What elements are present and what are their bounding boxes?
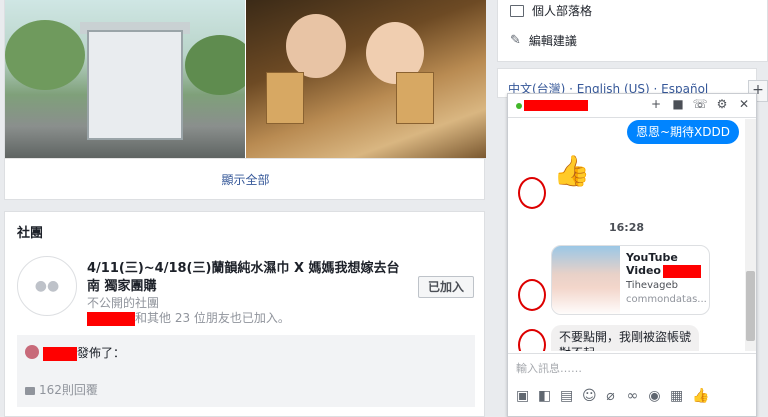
message-timestamp: 16:28: [608, 221, 644, 234]
show-all-link[interactable]: 顯示全部: [5, 158, 486, 200]
gear-icon[interactable]: ⚙: [714, 97, 730, 111]
post-replies[interactable]: 162則回覆: [25, 381, 98, 398]
group-post-preview[interactable]: 發佈了： 162則回覆: [17, 335, 475, 407]
redaction-block: [43, 346, 77, 361]
right-links-card: 個人部落格 ✎ 編輯建議: [497, 0, 768, 62]
camera-icon[interactable]: ◉: [648, 388, 661, 404]
tree-shape: [5, 20, 85, 90]
children-photo[interactable]: [246, 0, 486, 158]
scroll-thumb[interactable]: [746, 271, 755, 341]
wooden-plaque: [266, 72, 304, 124]
thumbs-up-icon: 👍: [553, 154, 591, 189]
video-thumbnail: [552, 246, 620, 314]
link-domain: commondatas...: [626, 294, 707, 305]
link-channel: Tihevageb: [626, 280, 678, 291]
child-shape: [286, 14, 346, 78]
like-icon[interactable]: 👍: [692, 388, 709, 404]
edit-suggestion-link[interactable]: ✎ 編輯建議: [510, 32, 577, 49]
tree-shape: [185, 35, 245, 95]
link-title: YouTube Video: [626, 251, 701, 278]
blog-link[interactable]: 個人部落格: [510, 2, 592, 19]
contact-avatar[interactable]: [518, 177, 546, 209]
contact-avatar[interactable]: [518, 279, 546, 311]
chat-header[interactable]: + ■ ☏ ⚙ ✕: [508, 94, 756, 118]
post-action: 發佈了：: [77, 346, 126, 360]
outgoing-message: 恩恩~期待XDDD: [627, 120, 739, 144]
post-action-text: 發佈了：: [43, 344, 125, 361]
group-friends-text: 和其他 23 位朋友也已加入。: [87, 309, 290, 326]
video-icon[interactable]: ■: [670, 97, 686, 111]
table-icon[interactable]: ▦: [670, 388, 683, 404]
contact-avatar[interactable]: [518, 329, 546, 351]
photo-icon[interactable]: ▣: [516, 388, 529, 404]
group-friends-suffix: 和其他 23 位朋友也已加入。: [135, 311, 290, 325]
bus-stop-shape: [87, 30, 183, 140]
group-avatar-icon[interactable]: ●●: [17, 256, 77, 316]
photo-card: 顯示全部: [4, 0, 486, 200]
link-icon[interactable]: ∞: [626, 388, 639, 404]
online-status-icon: [516, 103, 522, 109]
blog-link-label: 個人部落格: [532, 4, 593, 18]
groups-card: 社團 ●● 4/11(三)~4/18(三)蘭韻純水濕巾 X 媽媽我想嫁去台南 獨…: [4, 211, 485, 417]
wooden-plaque: [396, 72, 434, 124]
redaction-block: [87, 311, 135, 326]
post-replies-label: 162則回覆: [39, 383, 98, 397]
chat-contact-name[interactable]: [524, 100, 588, 111]
bus-stop-photo[interactable]: [5, 0, 245, 158]
edit-suggestion-label: 編輯建議: [528, 34, 577, 48]
chat-messages: 恩恩~期待XDDD 👍 16:28 YouTube Video Tihevage…: [508, 119, 745, 351]
phone-icon[interactable]: ☏: [692, 97, 708, 111]
link-title-line2: Video: [626, 264, 661, 277]
chat-window: + ■ ☏ ⚙ ✕ 恩恩~期待XDDD 👍 16:28 YouTube Vide…: [507, 93, 757, 417]
plus-icon[interactable]: +: [648, 97, 664, 111]
page-icon: [510, 4, 524, 17]
emoji-icon[interactable]: ☺: [582, 388, 597, 404]
avatar[interactable]: [25, 345, 39, 359]
pencil-icon: ✎: [510, 33, 521, 48]
groups-title: 社團: [17, 226, 44, 241]
redaction-block: [662, 264, 701, 278]
chat-toolbar: ▣ ◧ ▤ ☺ ⌀ ∞ ◉ ▦ 👍: [516, 388, 709, 404]
youtube-link-preview[interactable]: YouTube Video Tihevageb commondatas...: [551, 245, 710, 315]
incoming-message: 不要點開，我剛被盜帳號對不起: [551, 325, 699, 351]
gif-icon[interactable]: ▤: [560, 388, 573, 404]
message-input[interactable]: 輸入訊息……: [508, 353, 756, 381]
joined-button[interactable]: 已加入: [418, 276, 474, 298]
comment-icon: [25, 386, 35, 395]
close-icon[interactable]: ✕: [736, 97, 752, 111]
attach-icon[interactable]: ⌀: [604, 388, 617, 404]
link-title-line1: YouTube: [626, 251, 678, 264]
chat-header-icons: + ■ ☏ ⚙ ✕: [648, 97, 752, 111]
chat-scrollbar[interactable]: [745, 119, 756, 351]
sticker-icon[interactable]: ◧: [538, 388, 551, 404]
group-name-link[interactable]: 4/11(三)~4/18(三)蘭韻純水濕巾 X 媽媽我想嫁去台南 獨家團購: [87, 260, 407, 296]
